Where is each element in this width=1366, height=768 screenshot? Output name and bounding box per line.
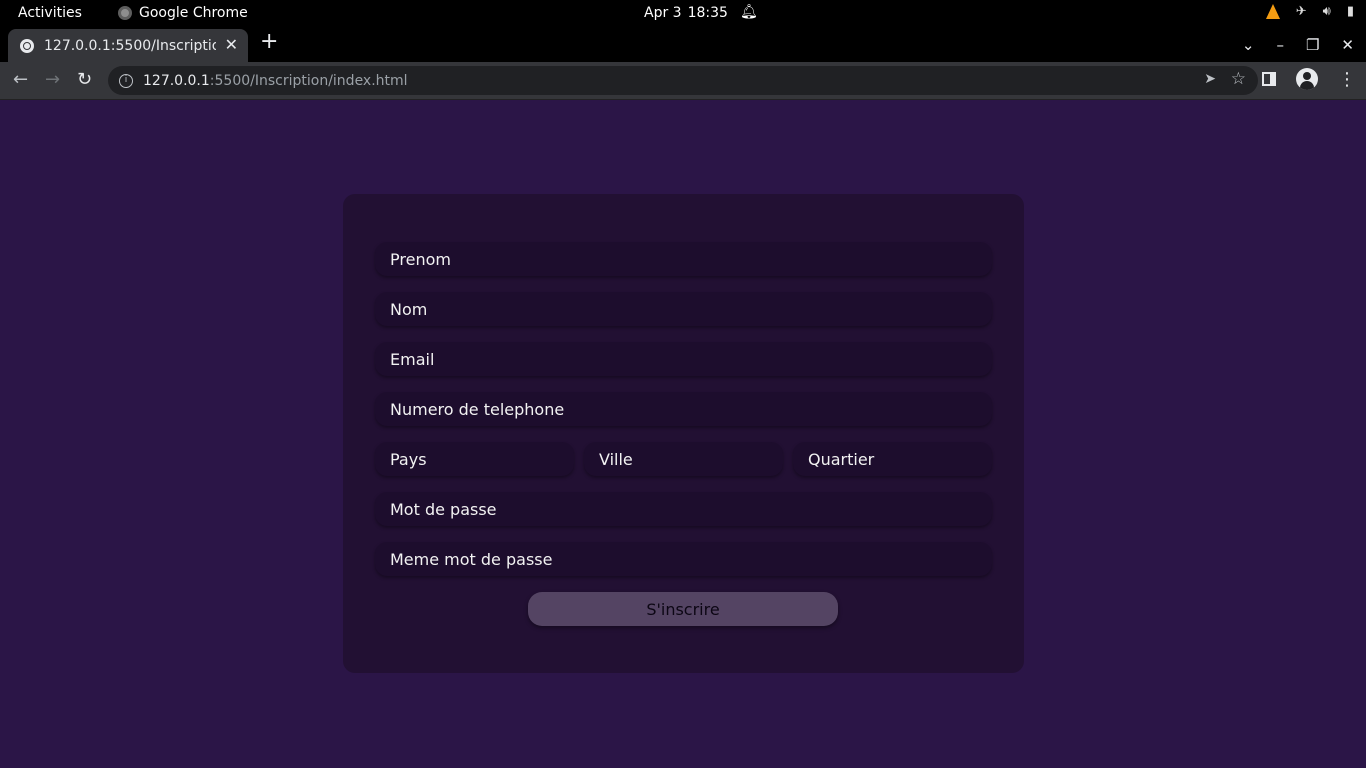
clock-time: 18:35 xyxy=(687,5,728,21)
tab-active[interactable]: 127.0.0.1:5500/Inscription/index.html ✕ xyxy=(8,29,248,62)
app-menu[interactable]: Google Chrome xyxy=(118,5,248,21)
volume-icon[interactable]: 🔊︎ xyxy=(1323,4,1331,19)
pays-field[interactable]: Pays xyxy=(375,442,574,476)
tab-search-icon[interactable]: ⌄ xyxy=(1242,36,1255,54)
vlc-icon[interactable] xyxy=(1265,4,1280,19)
restore-icon[interactable]: ❐ xyxy=(1306,36,1319,54)
new-tab-button[interactable]: + xyxy=(260,31,278,53)
minimize-icon[interactable]: – xyxy=(1276,36,1284,54)
browser-toolbar: ← → ↻ i 127.0.0.1 :5500/Inscription/inde… xyxy=(0,62,1366,100)
ville-field[interactable]: Ville xyxy=(584,442,783,476)
chrome-icon xyxy=(118,6,132,20)
signup-form-card: Prenom Nom Email Numero de telephone Pay… xyxy=(343,194,1024,673)
url-host: 127.0.0.1 xyxy=(143,72,210,89)
menu-kebab-icon[interactable]: ⋮ xyxy=(1338,69,1356,90)
activities-button[interactable]: Activities xyxy=(18,5,82,21)
url-path: :5500/Inscription/index.html xyxy=(209,72,408,89)
side-panel-icon[interactable] xyxy=(1262,72,1276,86)
airplane-mode-icon[interactable]: ✈ xyxy=(1296,4,1307,19)
telephone-field[interactable]: Numero de telephone xyxy=(375,392,992,426)
battery-icon[interactable]: ▮ xyxy=(1347,4,1354,19)
close-window-icon[interactable]: ✕ xyxy=(1341,36,1354,54)
notification-bell-icon[interactable]: 🔔︎ xyxy=(740,4,758,20)
system-tray[interactable]: ✈ 🔊︎ ▮ xyxy=(1265,4,1354,19)
password-confirm-field[interactable]: Meme mot de passe xyxy=(375,542,992,576)
tab-close-icon[interactable]: ✕ xyxy=(225,35,238,54)
app-name: Google Chrome xyxy=(139,5,248,21)
site-info-icon[interactable]: i xyxy=(119,73,133,88)
back-icon[interactable]: ← xyxy=(13,70,28,90)
address-bar[interactable]: i 127.0.0.1 :5500/Inscription/index.html… xyxy=(108,66,1258,95)
prenom-field[interactable]: Prenom xyxy=(375,242,992,276)
tab-title: 127.0.0.1:5500/Inscription/index.html xyxy=(44,37,216,54)
password-field[interactable]: Mot de passe xyxy=(375,492,992,526)
bookmark-star-icon[interactable]: ☆ xyxy=(1231,69,1246,89)
globe-icon xyxy=(20,38,34,53)
nom-field[interactable]: Nom xyxy=(375,292,992,326)
email-field[interactable]: Email xyxy=(375,342,992,376)
clock[interactable]: Apr 3 18:35 xyxy=(644,5,728,21)
send-to-devices-icon[interactable]: ➤ xyxy=(1204,71,1216,87)
window-controls: ⌄ – ❐ ✕ xyxy=(1242,27,1366,62)
page-viewport: Prenom Nom Email Numero de telephone Pay… xyxy=(0,100,1366,768)
forward-icon[interactable]: → xyxy=(45,70,60,90)
quartier-field[interactable]: Quartier xyxy=(793,442,992,476)
signup-button[interactable]: S'inscrire xyxy=(528,592,838,626)
reload-icon[interactable]: ↻ xyxy=(77,70,92,90)
system-top-bar: Activities Google Chrome Apr 3 18:35 🔔︎ … xyxy=(0,0,1366,27)
clock-date: Apr 3 xyxy=(644,5,682,21)
toolbar-actions: ⋮ xyxy=(1262,68,1356,90)
profile-avatar-icon[interactable] xyxy=(1296,68,1318,90)
tab-strip: 127.0.0.1:5500/Inscription/index.html ✕ xyxy=(0,27,1366,62)
